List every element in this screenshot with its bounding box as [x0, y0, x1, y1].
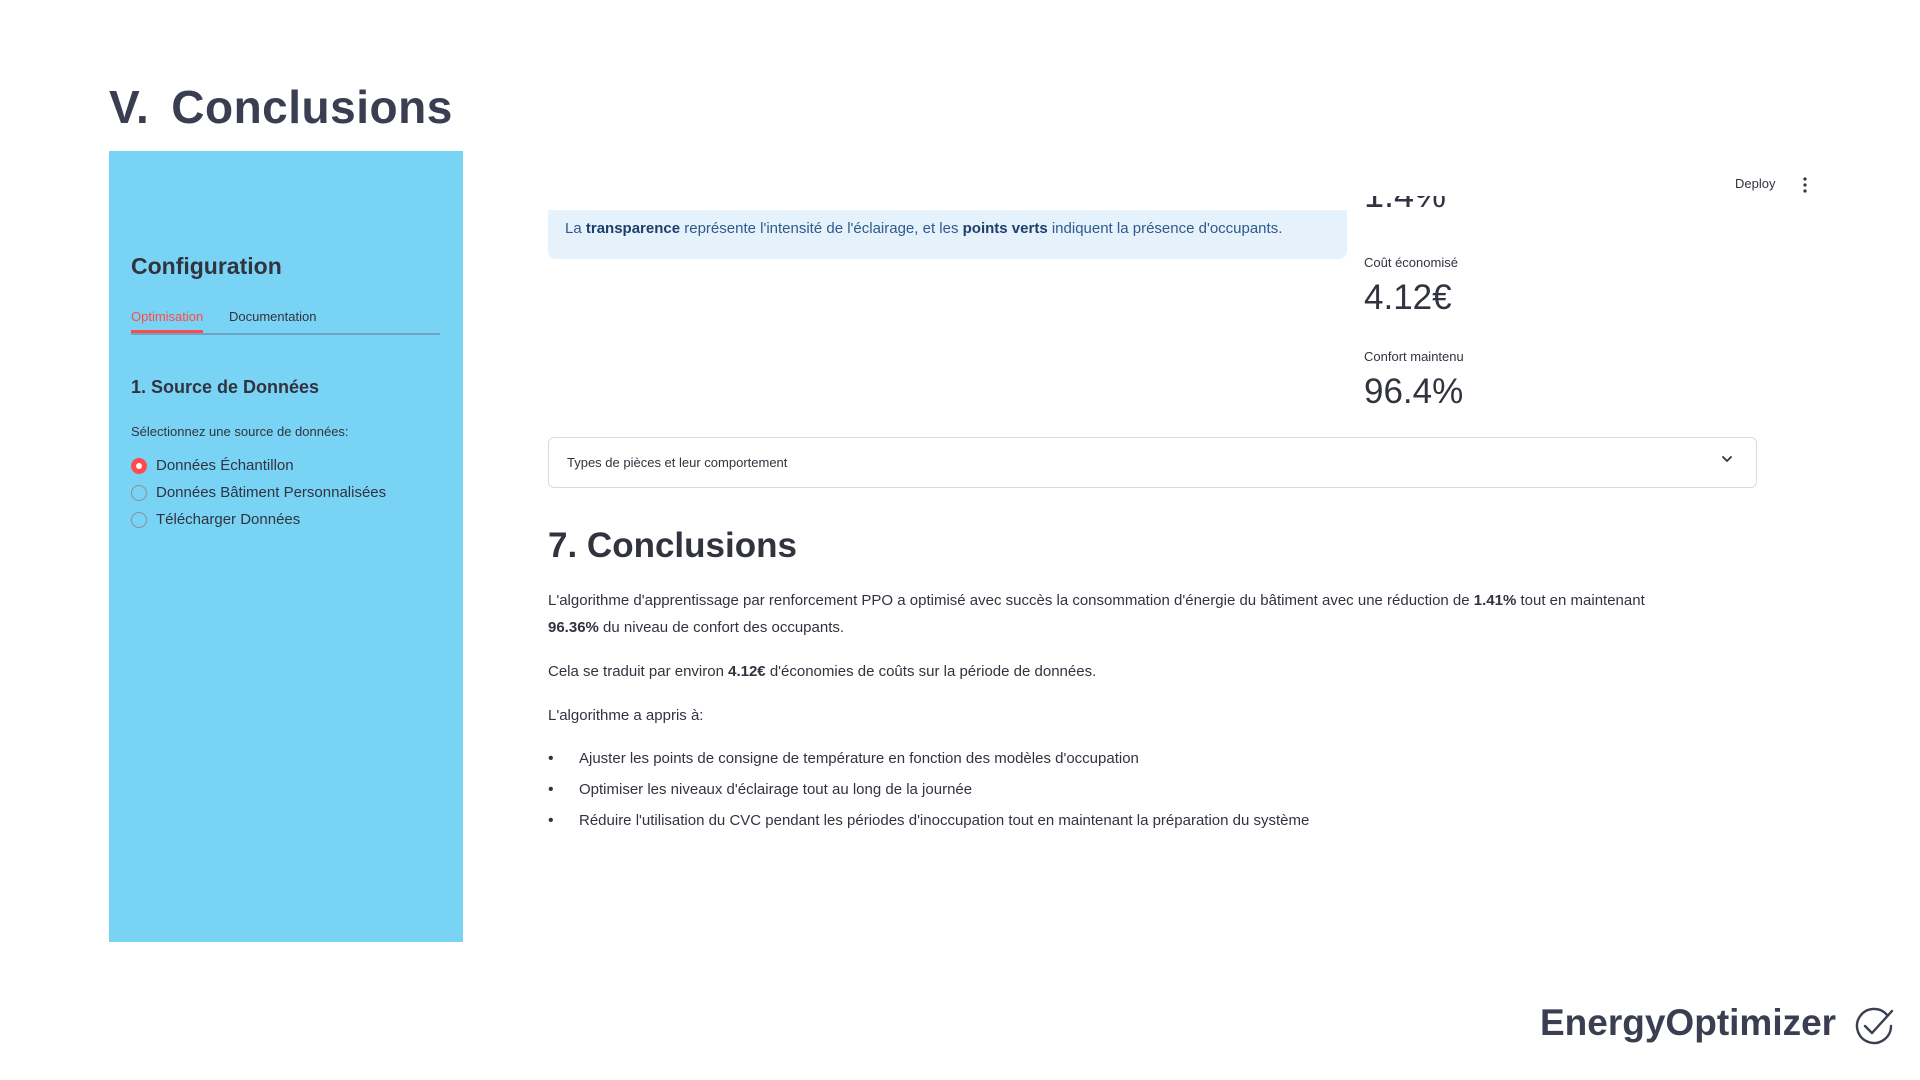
conclusions-paragraph-2: Cela se traduit par environ 4.12€ d'écon… — [548, 663, 1097, 680]
expander-label: Types de pièces et leur comportement — [567, 455, 788, 470]
list-item: Optimiser les niveaux d'éclairage tout a… — [548, 776, 1309, 807]
check-circle-icon — [1853, 1005, 1895, 1047]
learned-list: Ajuster les points de consigne de tempér… — [548, 745, 1309, 838]
list-item: Réduire l'utilisation du CVC pendant les… — [548, 807, 1309, 838]
radio-label: Données Échantillon — [156, 457, 294, 474]
slide-title: V. Conclusions — [109, 80, 453, 134]
sidebar-heading: Configuration — [131, 253, 282, 279]
chevron-down-icon — [1720, 452, 1734, 466]
slide-title-text: Conclusions — [171, 81, 453, 133]
metric-cost-value: 4.12€ — [1364, 278, 1452, 317]
metric-cost-label: Coût économisé — [1364, 255, 1458, 270]
radio-upload-data[interactable]: Télécharger Données — [131, 506, 386, 533]
sidebar-tabs: Optimisation Documentation — [131, 309, 440, 335]
radio-group-label: Sélectionnez une source de données: — [131, 424, 349, 439]
data-source-radio-group: Données Échantillon Données Bâtiment Per… — [131, 452, 386, 533]
deploy-button[interactable]: Deploy — [1735, 176, 1775, 191]
brand-name: EnergyOptimizer — [1540, 1002, 1837, 1043]
conclusions-paragraph-1: L'algorithme d'apprentissage par renforc… — [548, 592, 1645, 636]
radio-label: Données Bâtiment Personnalisées — [156, 484, 387, 501]
radio-checked-icon — [131, 457, 147, 474]
list-item: Ajuster les points de consigne de tempér… — [548, 745, 1309, 776]
radio-unchecked-icon — [131, 511, 147, 528]
vertical-dots-icon[interactable] — [1800, 175, 1810, 195]
info-bold-transparency: transparence — [585, 220, 681, 237]
metric-comfort-value: 96.4% — [1364, 372, 1464, 411]
info-bold-green-points: points verts — [962, 220, 1048, 237]
tab-optimisation[interactable]: Optimisation — [131, 309, 204, 333]
conclusions-paragraph-3: L'algorithme a appris à: — [548, 707, 704, 724]
slide-title-number: V. — [109, 81, 150, 133]
radio-unchecked-icon — [131, 484, 147, 501]
section-title-data-source: 1. Source de Données — [131, 377, 320, 397]
metric-comfort-label: Confort maintenu — [1364, 349, 1464, 364]
radio-sample-data[interactable]: Données Échantillon — [131, 452, 386, 479]
conclusions-heading: 7. Conclusions — [548, 526, 797, 565]
radio-label: Télécharger Données — [156, 511, 301, 528]
sidebar: Configuration Optimisation Documentation… — [109, 151, 463, 942]
metric-partial-value: 1.4% — [1364, 196, 1484, 218]
info-alert: La transparence représente l'intensité d… — [548, 210, 1347, 259]
room-types-expander[interactable]: Types de pièces et leur comportement — [548, 437, 1757, 488]
radio-custom-building-data[interactable]: Données Bâtiment Personnalisées — [131, 479, 386, 506]
tab-documentation[interactable]: Documentation — [229, 309, 316, 330]
